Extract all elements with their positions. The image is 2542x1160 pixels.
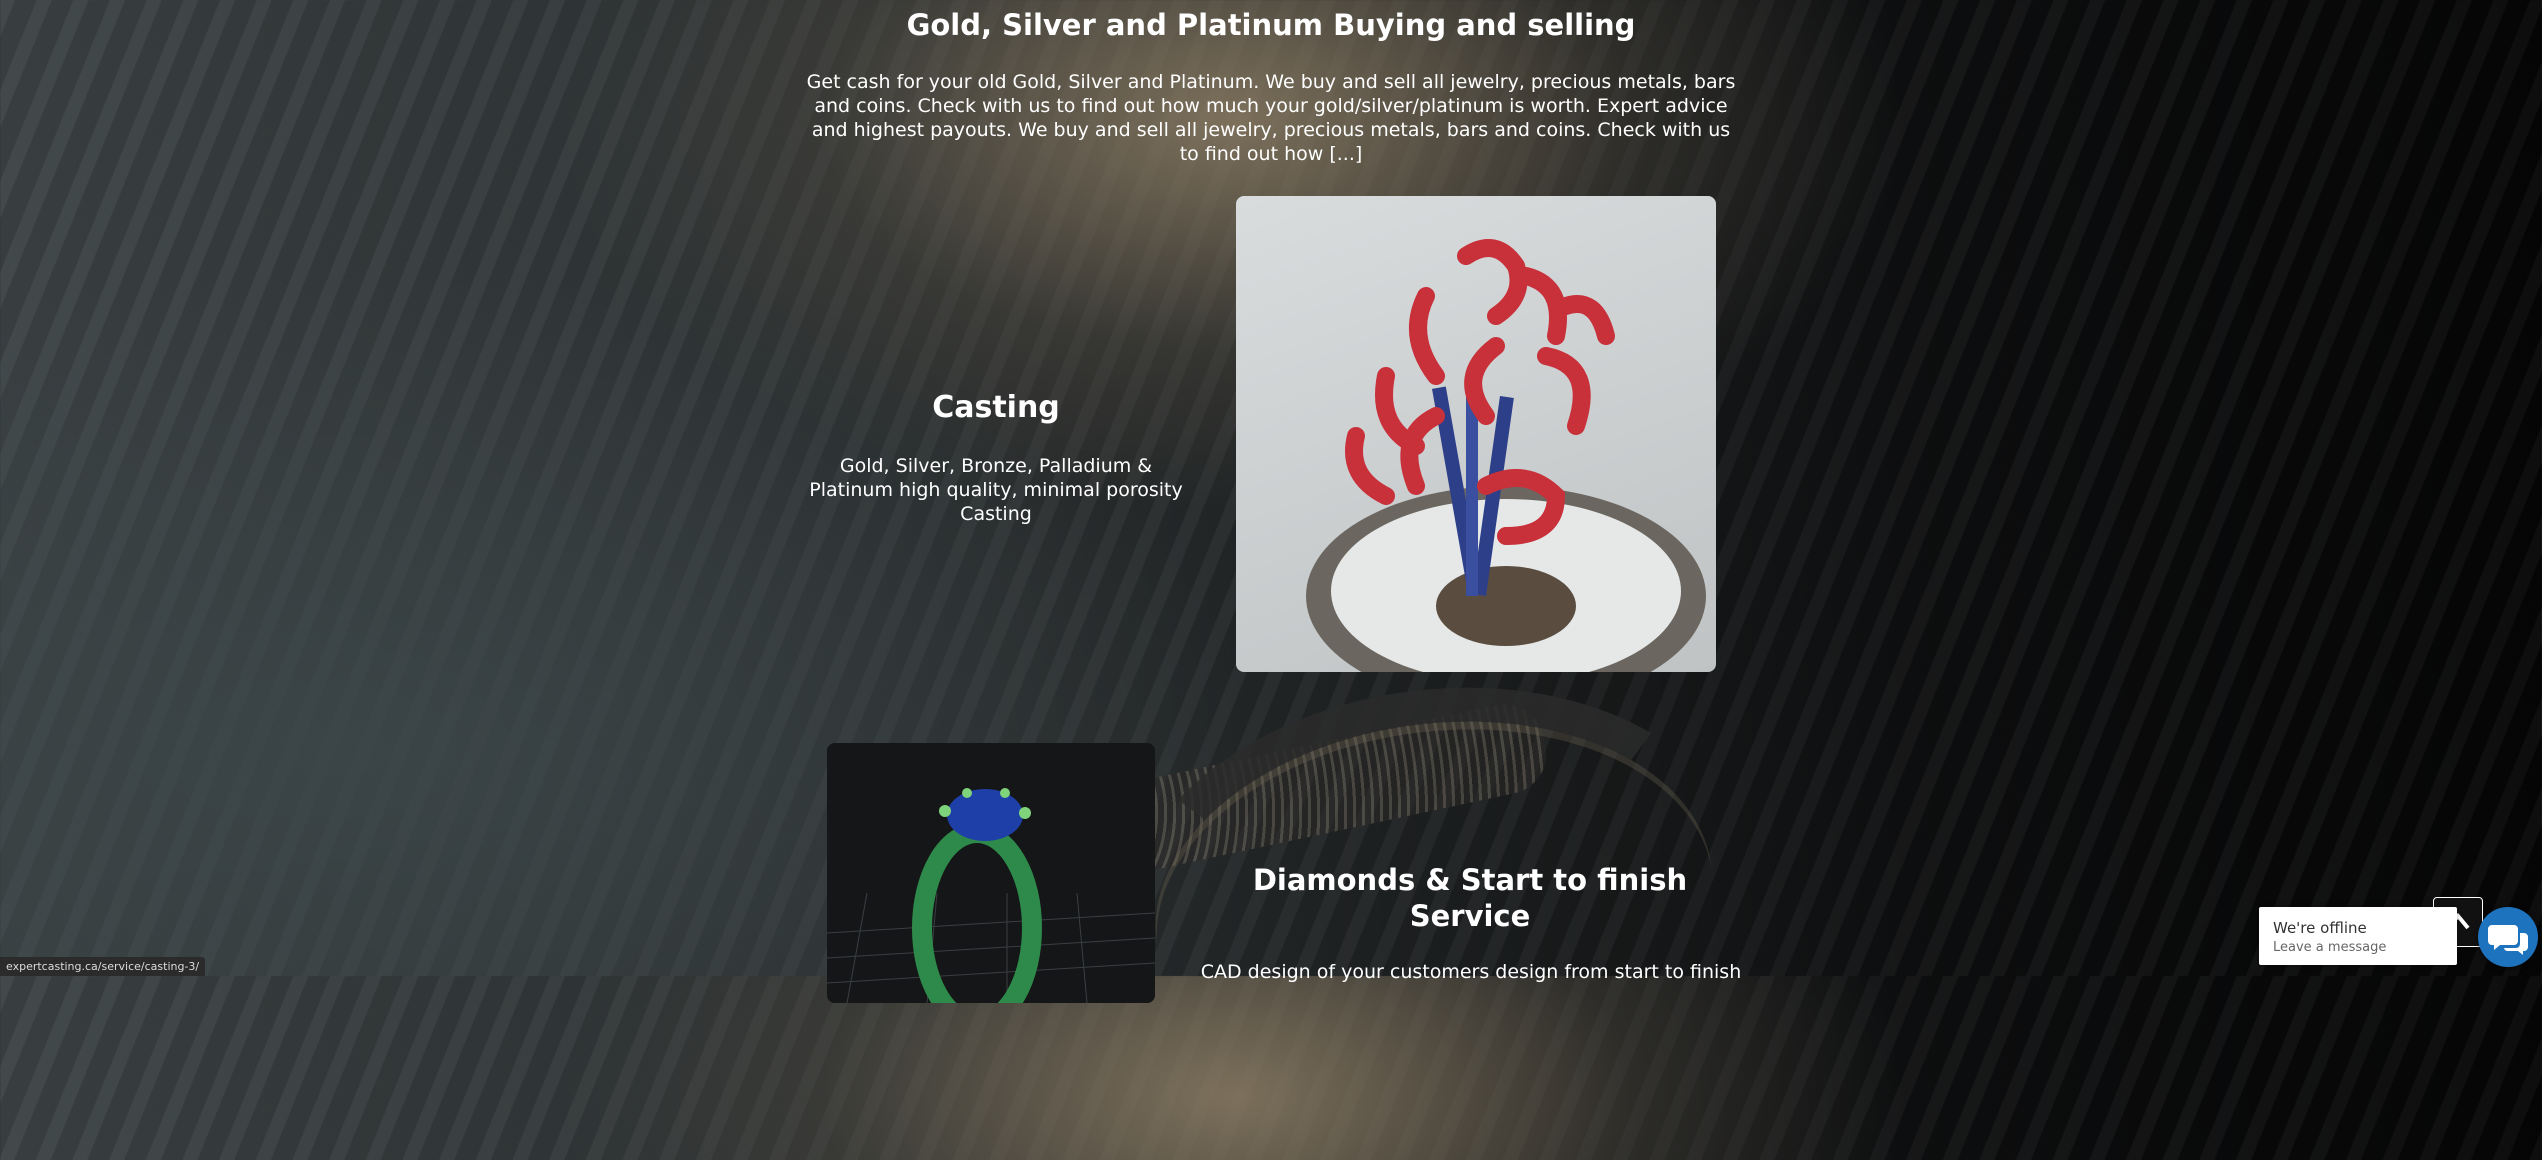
casting-tree-image <box>1306 239 1706 672</box>
casting-description: Gold, Silver, Bronze, Palladium & Platin… <box>809 455 1183 525</box>
cad-ring-image <box>827 743 1155 1003</box>
chat-offline-box[interactable]: We're offline Leave a message <box>2259 907 2457 965</box>
casting-title[interactable]: Casting <box>796 390 1196 425</box>
chat-status: We're offline <box>2273 919 2367 937</box>
chat-bubbles-icon <box>2488 925 2528 955</box>
buying-description: Get cash for your old Gold, Silver and P… <box>806 71 1736 165</box>
chat-leave-message[interactable]: Leave a message <box>2273 940 2386 955</box>
diamonds-description: CAD design of your customers design from… <box>1200 961 1742 983</box>
casting-image[interactable] <box>1236 196 1716 672</box>
buying-title: Gold, Silver and Platinum Buying and sel… <box>906 8 1636 42</box>
status-bar-url: expertcasting.ca/service/casting-3/ <box>0 957 206 976</box>
diamonds-title[interactable]: Diamonds & Start to finish Service <box>1220 862 1720 934</box>
chat-button[interactable] <box>2478 907 2538 967</box>
diamonds-image[interactable] <box>827 743 1155 1003</box>
